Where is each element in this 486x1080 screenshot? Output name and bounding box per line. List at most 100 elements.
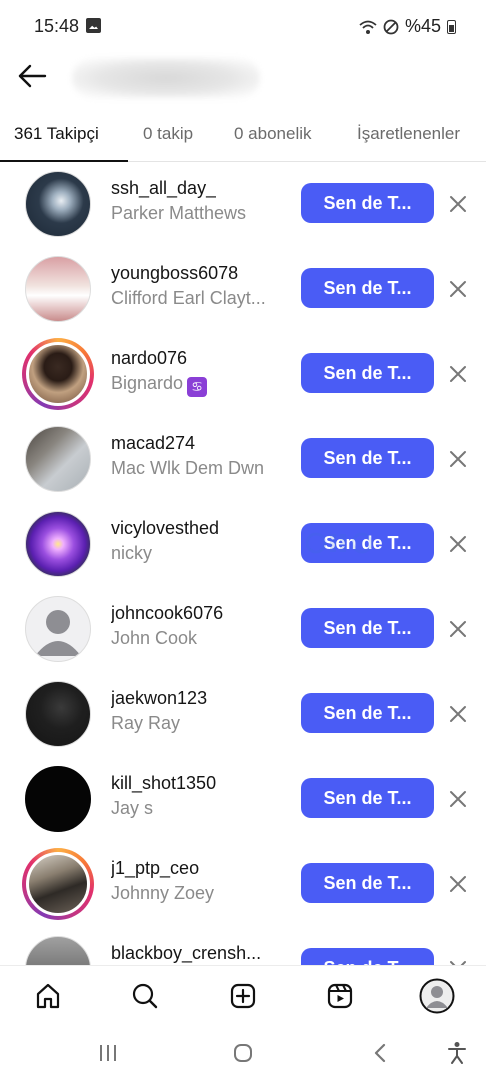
- username[interactable]: kill_shot1350: [111, 773, 216, 794]
- remove-follower-button[interactable]: [444, 190, 472, 218]
- back-button[interactable]: [14, 58, 50, 94]
- tab-subscriptions[interactable]: 0 abonelik: [234, 124, 312, 144]
- nav-create[interactable]: [225, 978, 261, 1014]
- arrow-left-icon: [18, 64, 47, 88]
- status-indicators: %45: [359, 16, 456, 37]
- avatar[interactable]: [22, 508, 94, 580]
- full-name: John Cook: [111, 628, 198, 648]
- cancer-zodiac-icon: ♋: [187, 377, 208, 397]
- system-back-button[interactable]: [364, 1037, 396, 1069]
- reels-icon: [327, 983, 353, 1009]
- close-icon: [450, 196, 466, 212]
- close-icon: [450, 366, 466, 382]
- profile-avatar: [419, 978, 455, 1014]
- recents-icon: [100, 1045, 116, 1061]
- follow-back-button[interactable]: Sen de T...: [301, 693, 434, 733]
- remove-follower-button[interactable]: [444, 955, 472, 965]
- username[interactable]: ssh_all_day_: [111, 178, 216, 199]
- list-item[interactable]: jaekwon123 Ray Ray Sen de T...: [0, 672, 486, 757]
- username[interactable]: youngboss6078: [111, 263, 238, 284]
- follow-back-button[interactable]: Sen de T...: [301, 608, 434, 648]
- accessibility-button[interactable]: [441, 1037, 473, 1069]
- username[interactable]: vicylovesthed: [111, 518, 219, 539]
- list-item[interactable]: youngboss6078 Clifford Earl Clayt... Sen…: [0, 247, 486, 332]
- follow-back-button[interactable]: Sen de T...: [301, 863, 434, 903]
- list-item[interactable]: kill_shot1350 Jay s Sen de T...: [0, 757, 486, 842]
- follower-list[interactable]: ssh_all_day_ Parker Matthews Sen de T...…: [0, 162, 486, 965]
- nav-home[interactable]: [30, 978, 66, 1014]
- full-name: Mac Wlk Dem Dwn: [111, 458, 265, 478]
- image-icon: [86, 18, 101, 33]
- tab-following[interactable]: 0 takip: [143, 124, 193, 144]
- nav-profile[interactable]: [419, 978, 455, 1014]
- list-item[interactable]: johncook6076 John Cook Sen de T...: [0, 587, 486, 672]
- remove-follower-button[interactable]: [444, 785, 472, 813]
- back-chevron-icon: [374, 1043, 386, 1063]
- follow-back-button[interactable]: Sen de T...: [301, 778, 434, 818]
- username[interactable]: blackboy_crensh...: [111, 943, 261, 964]
- tab-followers[interactable]: 361 Takipçi: [14, 124, 99, 144]
- full-name: Parker Matthews: [111, 203, 247, 223]
- remove-follower-button[interactable]: [444, 275, 472, 303]
- default-avatar-icon: [35, 610, 81, 656]
- remove-follower-button[interactable]: [444, 445, 472, 473]
- remove-follower-button[interactable]: [444, 530, 472, 558]
- tab-bar: 361 Takipçi 0 takip 0 abonelik İşaretlen…: [0, 112, 486, 162]
- status-bar: 15:48 %45: [0, 0, 486, 52]
- do-not-disturb-icon: [383, 19, 399, 34]
- avatar[interactable]: [22, 933, 94, 965]
- full-name: Jay s: [111, 798, 154, 818]
- username[interactable]: nardo076: [111, 348, 187, 369]
- header: [0, 52, 486, 102]
- username[interactable]: j1_ptp_ceo: [111, 858, 199, 879]
- tab-flagged[interactable]: İşaretlenenler: [357, 124, 460, 144]
- list-item[interactable]: vicylovesthed nicky Sen de T...: [0, 502, 486, 587]
- follow-back-button[interactable]: Sen de T...: [301, 183, 434, 223]
- close-icon: [450, 876, 466, 892]
- accessibility-icon: [448, 1042, 466, 1064]
- watermark-logo: [306, 532, 373, 554]
- avatar-story-ring[interactable]: [22, 848, 94, 920]
- remove-follower-button[interactable]: [444, 700, 472, 728]
- battery-percent: %45: [404, 16, 441, 36]
- nav-reels[interactable]: [322, 978, 358, 1014]
- avatar[interactable]: [22, 168, 94, 240]
- system-home-button[interactable]: [227, 1037, 259, 1069]
- home-circle-icon: [234, 1044, 252, 1062]
- system-nav-bar: [0, 1025, 486, 1080]
- list-item[interactable]: blackboy_crensh... Sen de T...: [0, 927, 486, 965]
- follow-back-button[interactable]: Sen de T...: [301, 948, 434, 965]
- avatar[interactable]: [22, 253, 94, 325]
- home-icon: [36, 983, 60, 1009]
- status-time: 15:48: [34, 16, 80, 36]
- remove-follower-button[interactable]: [444, 360, 472, 388]
- remove-follower-button[interactable]: [444, 615, 472, 643]
- username[interactable]: macad274: [111, 433, 195, 454]
- full-name: Bignardo ♋: [111, 373, 208, 397]
- bottom-nav: [0, 965, 486, 1025]
- create-icon: [230, 983, 256, 1009]
- follow-back-button[interactable]: Sen de T...: [301, 268, 434, 308]
- avatar-story-ring[interactable]: [22, 338, 94, 410]
- username[interactable]: johncook6076: [111, 603, 223, 624]
- full-name: Clifford Earl Clayt...: [111, 288, 266, 308]
- remove-follower-button[interactable]: [444, 870, 472, 898]
- nav-search[interactable]: [127, 978, 163, 1014]
- list-item[interactable]: nardo076 Bignardo ♋ Sen de T...: [0, 332, 486, 417]
- close-icon: [450, 281, 466, 297]
- avatar[interactable]: [22, 593, 94, 665]
- full-name: nicky: [111, 543, 153, 563]
- username[interactable]: jaekwon123: [111, 688, 207, 709]
- follow-back-button[interactable]: Sen de T...: [301, 438, 434, 478]
- avatar[interactable]: [22, 763, 94, 835]
- recents-button[interactable]: [92, 1037, 124, 1069]
- full-name: Ray Ray: [111, 713, 181, 733]
- list-item[interactable]: ssh_all_day_ Parker Matthews Sen de T...: [0, 162, 486, 247]
- avatar[interactable]: [22, 423, 94, 495]
- list-item[interactable]: j1_ptp_ceo Johnny Zoey Sen de T...: [0, 842, 486, 927]
- close-icon: [450, 536, 466, 552]
- close-icon: [450, 621, 466, 637]
- avatar[interactable]: [22, 678, 94, 750]
- list-item[interactable]: macad274 Mac Wlk Dem Dwn Sen de T...: [0, 417, 486, 502]
- follow-back-button[interactable]: Sen de T...: [301, 353, 434, 393]
